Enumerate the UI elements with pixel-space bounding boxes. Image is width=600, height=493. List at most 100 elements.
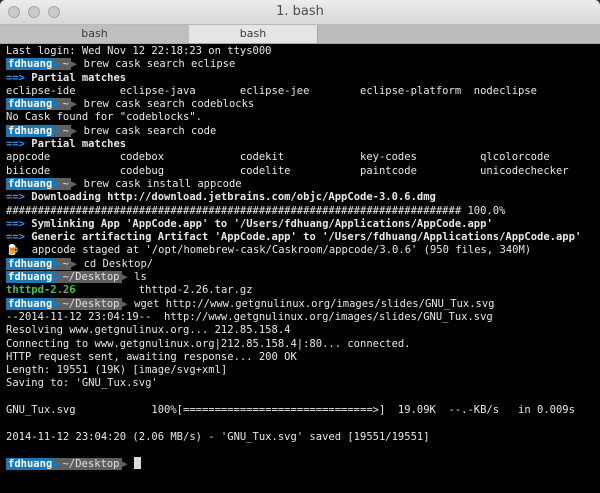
terminal-text: Length: 19551 (19K) [image/svg+xml] [6, 364, 228, 377]
tab-bash-2[interactable]: bash [189, 25, 318, 43]
output-line: biicode codebug codelite paintcode unico… [6, 165, 600, 178]
output-line: Length: 19551 (19K) [image/svg+xml] [6, 364, 600, 377]
output-line: Last login: Wed Nov 12 22:18:23 on ttys0… [6, 45, 600, 58]
prompt-separator-icon: ▶ [54, 98, 61, 111]
terminal-text: 2014-11-12 23:04:20 (2.06 MB/s) - 'GNU_T… [6, 430, 430, 443]
terminal-text: appcode staged at '/opt/homebrew-cask/Ca… [25, 244, 532, 257]
terminal-text: ==> [6, 138, 25, 151]
tab-bash-1[interactable]: bash [0, 25, 190, 43]
terminal-text: Partial matches [24, 71, 127, 84]
terminal-text: cd Desktop/ [77, 257, 154, 270]
prompt-path: ~ [60, 257, 71, 270]
output-line: ==> Partial matches [6, 138, 600, 151]
terminal-text: brew cask search codeblocks [77, 98, 255, 111]
prompt-user: fdhuang [6, 58, 55, 71]
output-line: Connecting to www.getgnulinux.org|212.85… [6, 338, 600, 351]
tab-bar-empty [318, 25, 600, 43]
prompt-line: fdhuang ▶ ~ ▶ brew cask install appcode [6, 177, 600, 191]
terminal-text: brew cask search code [77, 124, 217, 137]
prompt-line: fdhuang ▶ ~ ▶ cd Desktop/ [6, 257, 600, 271]
prompt-user: fdhuang [6, 257, 55, 270]
prompt-separator-icon: ▶ [54, 124, 61, 137]
output-line: appcode codebox codekit key-codes qlcolo… [6, 151, 600, 164]
output-line: Saving to: 'GNU_Tux.svg' [6, 377, 600, 390]
prompt-separator-icon: ▶ [54, 177, 61, 190]
terminal-text: 🍺 [6, 244, 26, 257]
terminal-text: HTTP request sent, awaiting response... … [6, 350, 297, 363]
terminal-text: Last login: Wed Nov 12 22:18:23 on ttys0… [6, 45, 272, 57]
terminal-text: ########################################… [6, 204, 506, 217]
terminal-text: ==> [6, 217, 25, 230]
terminal-text: ==> [6, 71, 25, 84]
prompt-path: ~ [60, 58, 71, 71]
prompt-separator-icon: ▶ [54, 271, 61, 284]
output-line: eclipse-ide eclipse-java eclipse-jee ecl… [6, 85, 600, 98]
prompt-separator-icon: ▶ [54, 58, 61, 71]
terminal-text: No Cask found for "codeblocks". [6, 111, 202, 124]
prompt-user: fdhuang [6, 297, 55, 310]
prompt-line: fdhuang ▶ ~/Desktop ▶ ls [6, 271, 600, 284]
terminal-text: Connecting to www.getgnulinux.org|212.85… [6, 337, 411, 350]
prompt-line: fdhuang ▶ ~/Desktop ▶ wget http://www.getgn… [6, 297, 600, 311]
tab-bar: bash bash [0, 25, 600, 44]
prompt-line: fdhuang ▶ ~ ▶ brew cask search eclipse [6, 58, 600, 71]
terminal-text: ls [127, 271, 147, 284]
prompt-path: ~/Desktop [60, 458, 122, 471]
terminal-text: thttpd-2.26.tar.gz [75, 284, 253, 297]
terminal-text: GNU_Tux.svg 100%[=======================… [6, 404, 575, 417]
terminal-text: biicode codebug codelite paintcode unico… [6, 164, 569, 177]
prompt-line: fdhuang ▶ ~ ▶ brew cask search code [6, 124, 600, 138]
terminal-text: wget http://www.getgnulinux.org/images/s… [127, 297, 495, 310]
prompt-user: fdhuang [6, 177, 55, 190]
terminal-text: brew cask search eclipse [77, 58, 236, 71]
output-line: ==> Downloading http://download.jetbrain… [6, 191, 600, 204]
terminal-text: Symlinking App 'AppCode.app' to '/Users/… [24, 217, 493, 230]
prompt-line: fdhuang ▶ ~/Desktop ▶ [6, 457, 600, 471]
terminal-text: --2014-11-12 23:04:19-- http://www.getgn… [6, 310, 493, 323]
terminal-text: thttpd-2.26 [6, 284, 76, 297]
prompt-user: fdhuang [6, 458, 55, 471]
terminal-text: ==> [6, 191, 25, 204]
window-title: 1. bash [276, 4, 324, 19]
terminal-text: appcode codebox codekit key-codes qlcolo… [6, 151, 550, 164]
terminal-text: Generic artifacting Artifact 'AppCode.ap… [24, 231, 582, 244]
prompt-path: ~ [60, 98, 71, 111]
output-line: ==> Symlinking App 'AppCode.app' to '/Us… [6, 218, 600, 231]
prompt-user: fdhuang [6, 98, 55, 111]
terminal-window: 1. bash bash bash Last login: Wed Nov 12… [0, 0, 600, 493]
output-line: thttpd-2.26 thttpd-2.26.tar.gz [6, 284, 600, 297]
prompt-separator-icon: ▶ [54, 458, 61, 471]
output-line: 2014-11-12 23:04:20 (2.06 MB/s) - 'GNU_T… [6, 431, 600, 444]
output-line: --2014-11-12 23:04:19-- http://www.getgn… [6, 311, 600, 324]
terminal-text: brew cask install appcode [77, 177, 242, 190]
output-line: ==> Generic artifacting Artifact 'AppCod… [6, 231, 600, 244]
terminal-text: Downloading http://download.jetbrains.co… [24, 191, 436, 204]
prompt-user: fdhuang [6, 124, 55, 137]
scrollbar[interactable] [593, 48, 599, 483]
prompt-separator-icon: ▶ [54, 257, 61, 270]
prompt-separator-icon: ▶ [54, 297, 61, 310]
text-cursor [134, 457, 142, 470]
output-line: 🍺 appcode staged at '/opt/homebrew-cask/… [6, 244, 600, 257]
prompt-path: ~ [60, 124, 71, 137]
output-line: GNU_Tux.svg 100%[=======================… [6, 404, 600, 417]
title-bar[interactable]: 1. bash [0, 0, 600, 25]
terminal-text: ==> [6, 231, 25, 244]
prompt-user: fdhuang [6, 271, 55, 284]
prompt-path: ~/Desktop [60, 297, 122, 310]
terminal-output[interactable]: Last login: Wed Nov 12 22:18:23 on ttys0… [0, 44, 600, 493]
terminal-text: Resolving www.getgnulinux.org... 212.85.… [6, 324, 291, 337]
output-line: No Cask found for "codeblocks". [6, 111, 600, 124]
terminal-text: eclipse-ide eclipse-java eclipse-jee ecl… [6, 84, 538, 97]
output-line: Resolving www.getgnulinux.org... 212.85.… [6, 324, 600, 337]
output-line: HTTP request sent, awaiting response... … [6, 351, 600, 364]
prompt-path: ~ [60, 177, 71, 190]
terminal-text: Partial matches [24, 138, 127, 151]
prompt-path: ~/Desktop [60, 271, 122, 284]
terminal-text: Saving to: 'GNU_Tux.svg' [6, 377, 158, 390]
prompt-line: fdhuang ▶ ~ ▶ brew cask search codeblocks [6, 98, 600, 111]
output-line: ########################################… [6, 205, 600, 218]
